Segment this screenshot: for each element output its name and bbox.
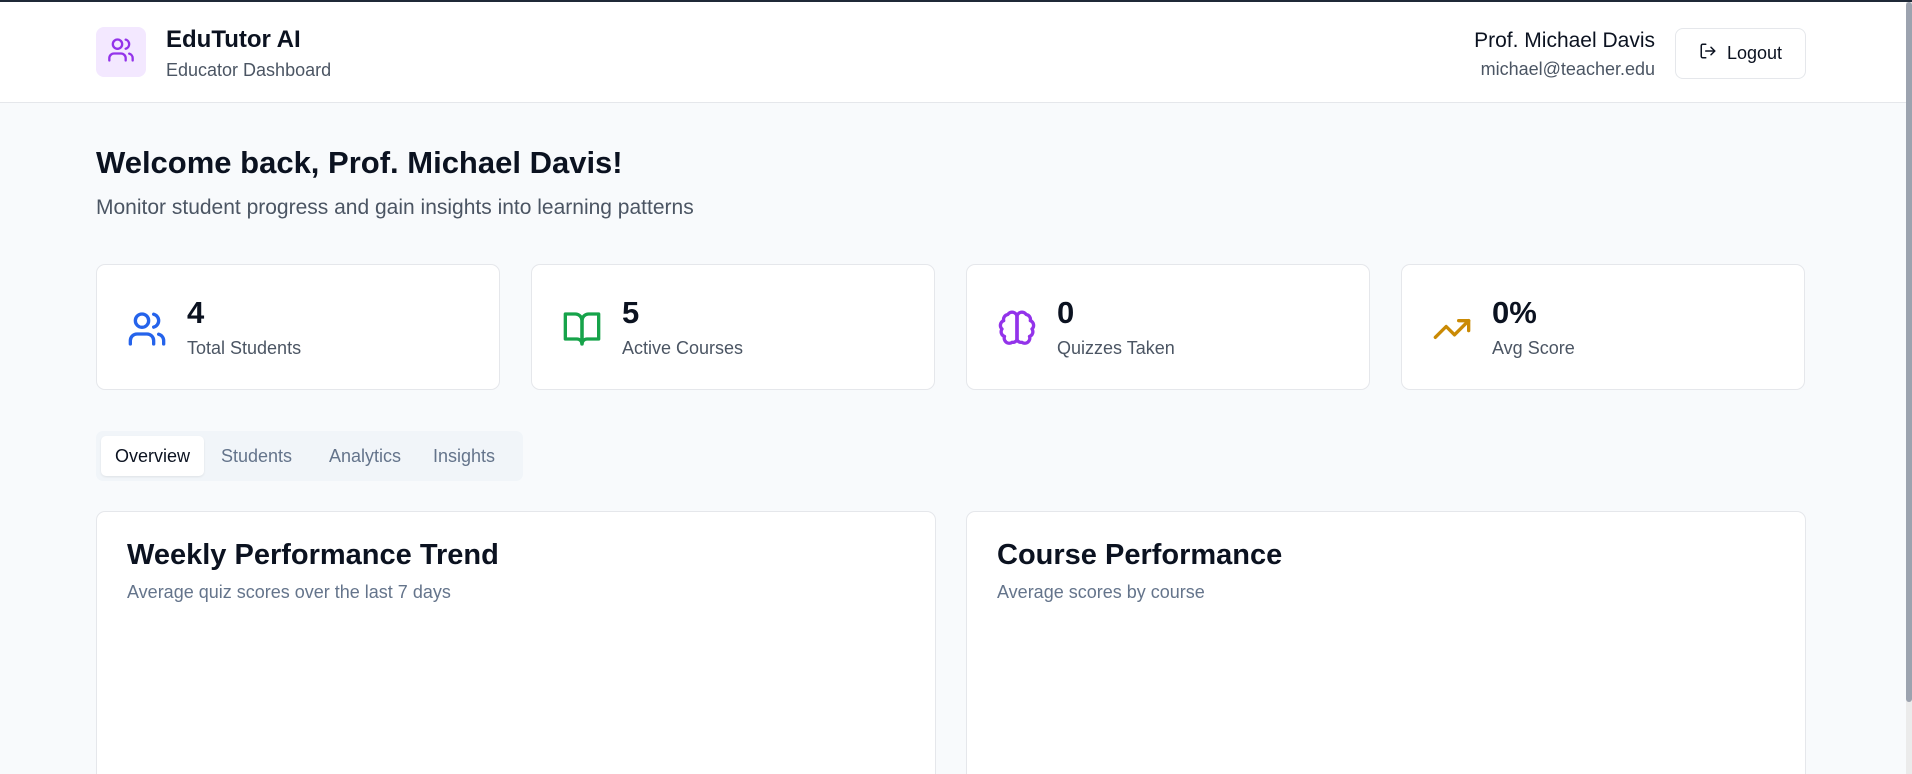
stat-value: 4 [187, 295, 205, 330]
users-icon [107, 36, 135, 69]
dashboard-tabs: Overview Students Analytics Insights [96, 431, 523, 481]
stat-card-active-courses: 5 Active Courses [531, 264, 935, 390]
panel-subtitle: Average quiz scores over the last 7 days [127, 582, 451, 602]
logout-button[interactable]: Logout [1675, 28, 1806, 79]
panel-title: Weekly Performance Trend [127, 539, 499, 571]
brain-icon [997, 309, 1037, 349]
logout-icon [1699, 42, 1717, 65]
app-subtitle: Educator Dashboard [166, 60, 332, 80]
panel-subtitle: Average scores by course [997, 582, 1205, 602]
user-name: Prof. Michael Davis [1474, 29, 1655, 52]
tab-students[interactable]: Students [207, 436, 306, 476]
app-header: EduTutor AI Educator Dashboard Prof. Mic… [0, 2, 1906, 103]
user-email: michael@teacher.edu [1480, 59, 1655, 79]
stat-label: Total Students [187, 338, 302, 358]
stat-card-avg-score: 0% Avg Score [1401, 264, 1805, 390]
logout-label: Logout [1726, 43, 1783, 63]
stat-value: 0 [1057, 295, 1075, 330]
weekly-performance-panel: Weekly Performance Trend Average quiz sc… [96, 511, 936, 774]
users-icon [127, 309, 167, 349]
tab-insights[interactable]: Insights [419, 436, 509, 476]
stat-value: 0% [1492, 295, 1537, 330]
tab-overview[interactable]: Overview [101, 436, 205, 476]
stat-label: Active Courses [622, 338, 744, 358]
app-title: EduTutor AI [166, 26, 301, 53]
stat-card-total-students: 4 Total Students [96, 264, 500, 390]
tab-analytics[interactable]: Analytics [315, 436, 415, 476]
stat-label: Avg Score [1492, 338, 1575, 358]
scrollbar-thumb[interactable] [1906, 2, 1912, 702]
panel-title: Course Performance [997, 539, 1283, 571]
stat-value: 5 [622, 295, 640, 330]
welcome-subheading: Monitor student progress and gain insigh… [96, 196, 694, 219]
stat-label: Quizzes Taken [1057, 338, 1175, 358]
brand-logo [96, 27, 146, 77]
stat-card-quizzes-taken: 0 Quizzes Taken [966, 264, 1370, 390]
trending-up-icon [1432, 309, 1472, 349]
welcome-heading: Welcome back, Prof. Michael Davis! [96, 145, 623, 180]
course-performance-panel: Course Performance Average scores by cou… [966, 511, 1806, 774]
book-open-icon [562, 309, 602, 349]
